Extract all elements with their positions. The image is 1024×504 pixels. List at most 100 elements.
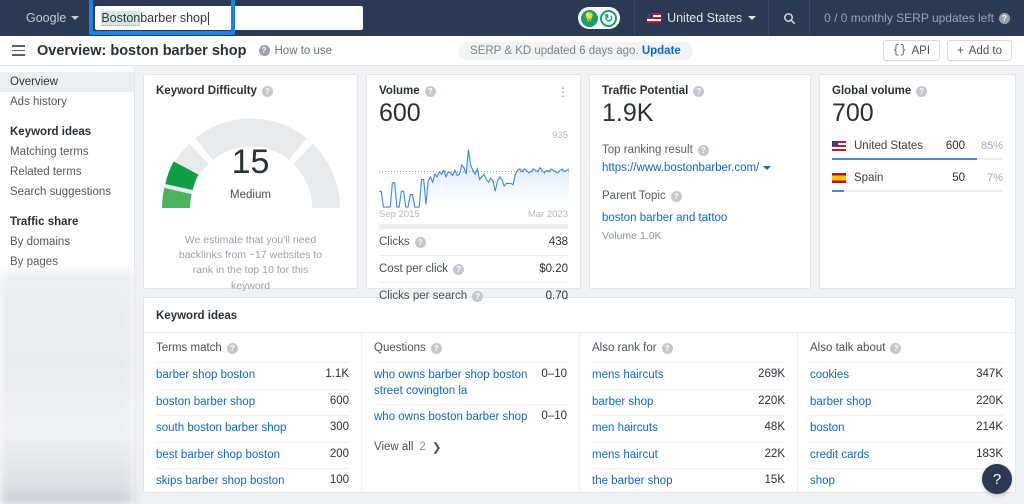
serp-update-button[interactable]: Update — [642, 45, 681, 57]
help-tooltip-icon[interactable]: ? — [414, 236, 426, 248]
global-volume-card: Global volume ? 700 United States 600 85… — [819, 74, 1016, 289]
keyword-difficulty-label: Medium — [230, 189, 271, 201]
keyword-search-input[interactable]: Boston barber shop — [95, 6, 364, 30]
column-title: Terms match — [156, 342, 222, 354]
metric-row-clicks-per-search: Clicks per search? 0.70 — [379, 282, 568, 309]
help-tooltip-icon[interactable]: ? — [693, 85, 705, 97]
sparkline-x-end: Mar 2023 — [527, 209, 568, 220]
view-all-count: 2 — [419, 440, 426, 453]
keyword-idea-value: 0–10 — [541, 368, 567, 380]
help-tooltip-icon[interactable]: ? — [670, 190, 682, 202]
lightbulb-icon[interactable]: 💡 — [581, 9, 599, 27]
keyword-idea-link[interactable]: skips barber shop boston — [156, 474, 285, 490]
card-title-label: Global volume — [832, 85, 912, 97]
global-volume-row-spain: Spain 50 7% — [832, 172, 1003, 192]
search-engine-selector[interactable]: Google — [18, 6, 87, 30]
keyword-idea-link[interactable]: barber shop boston — [156, 368, 255, 384]
global-volume-row-us: United States 600 85% — [832, 140, 1003, 160]
help-tooltip-icon[interactable]: ? — [430, 342, 442, 354]
sparkline-max-label: 935 — [552, 130, 568, 141]
sidebar: Overview Ads history Keyword ideas Match… — [0, 66, 135, 504]
sidebar-item-by-domains[interactable]: By domains — [0, 232, 134, 252]
keyword-idea-link[interactable]: who owns boston barber shop — [374, 410, 527, 426]
sidebar-item-overview[interactable]: Overview — [0, 72, 134, 92]
chevron-down-icon[interactable] — [763, 166, 772, 170]
help-button[interactable]: ? — [982, 464, 1012, 494]
top-ranking-result-label: Top ranking result — [602, 144, 693, 156]
serp-updates-text: 0 / 0 monthly SERP updates left — [824, 11, 994, 25]
sidebar-item-ads-history[interactable]: Ads history — [0, 92, 134, 112]
sidebar-item-related-terms[interactable]: Related terms — [0, 162, 134, 182]
search-button[interactable] — [768, 0, 811, 36]
help-tooltip-icon[interactable]: ? — [261, 85, 273, 97]
keyword-difficulty-title: Keyword Difficulty ? — [156, 85, 345, 97]
keyword-idea-row: south boston barber shop 300 — [156, 415, 349, 442]
top-ranking-result-link[interactable]: https://www.bostonbarber.com/ — [602, 162, 759, 174]
sidebar-item-search-suggestions[interactable]: Search suggestions — [0, 182, 134, 202]
keyword-idea-link[interactable]: best barber shop boston — [156, 448, 280, 464]
help-tooltip-icon[interactable]: ? — [226, 342, 238, 354]
help-tooltip-icon[interactable]: ? — [453, 263, 465, 275]
keyword-idea-link[interactable]: who owns barber shop boston street covin… — [374, 368, 533, 399]
sidebar-item-label: Search suggestions — [10, 186, 112, 198]
keyword-idea-value: 183K — [976, 447, 1003, 460]
keyword-idea-link[interactable]: credit cards — [810, 448, 869, 464]
parent-topic-label-row: Parent Topic ? — [602, 190, 798, 202]
sidebar-item-label: Matching terms — [10, 146, 89, 158]
keyword-idea-link[interactable]: the barber shop — [592, 474, 673, 490]
keyword-idea-link[interactable]: barber shop — [810, 395, 871, 411]
keyword-idea-row: cookies 347K — [810, 362, 1003, 389]
help-tooltip-icon[interactable]: ? — [661, 342, 673, 354]
country-bar-track — [832, 190, 1003, 192]
sidebar-item-label: Overview — [10, 76, 58, 88]
add-to-button[interactable]: + Add to — [947, 40, 1012, 61]
help-tooltip-icon[interactable]: ? — [472, 290, 484, 302]
help-tooltip-icon[interactable]: ? — [890, 342, 902, 354]
keyword-idea-link[interactable]: cookies — [810, 368, 849, 384]
keyword-idea-link[interactable]: men haircuts — [592, 421, 658, 437]
keyword-idea-row: boston 214K — [810, 415, 1003, 442]
keyword-idea-value: 300 — [329, 421, 349, 434]
keyword-idea-link[interactable]: mens haircut — [592, 448, 658, 464]
country-bar-fill — [832, 190, 844, 192]
sidebar-item-matching-terms[interactable]: Matching terms — [0, 142, 134, 162]
volume-sparkline-chart: 935 Sep 2015 Mar 2023 — [379, 130, 569, 220]
keyword-idea-value: 15K — [764, 474, 785, 487]
keyword-idea-value: 48K — [764, 421, 785, 434]
keyword-idea-link[interactable]: barber shop — [592, 395, 653, 411]
view-all-questions-button[interactable]: View all 2 ❯ — [374, 431, 567, 463]
keyword-idea-value: 0–10 — [541, 410, 567, 423]
column-heading: Also rank for ? — [592, 333, 785, 362]
country-selector[interactable]: United States — [634, 0, 768, 36]
keyword-idea-link[interactable]: mens haircuts — [592, 368, 664, 384]
metric-label: Clicks per search — [379, 290, 468, 302]
keyword-ideas-column-also-rank-for: Also rank for ? mens haircuts 269K barber … — [580, 333, 798, 495]
keyword-ideas-column-questions: Questions ? who owns barber shop boston … — [362, 333, 580, 495]
menu-toggle-icon[interactable] — [12, 45, 25, 56]
sidebar-blurred-region — [0, 271, 134, 504]
keyword-idea-link[interactable]: shop — [810, 474, 835, 490]
api-button[interactable]: {} API — [882, 40, 941, 61]
refresh-icon[interactable]: ↻ — [600, 9, 618, 27]
sparkline-x-start: Sep 2015 — [379, 209, 420, 220]
help-tooltip-icon[interactable]: ? — [916, 85, 928, 97]
keyword-idea-value: 220K — [758, 394, 785, 407]
flag-es-icon — [832, 173, 846, 183]
traffic-potential-title: Traffic Potential ? — [602, 85, 798, 97]
parent-topic-link[interactable]: boston barber and tattoo — [602, 212, 727, 224]
help-tooltip-icon[interactable]: ? — [999, 12, 1010, 24]
volume-card: ⋮ Volume ? 600 935 Sep 2015 Mar 2023 Cli… — [366, 74, 581, 302]
volume-card-menu-icon[interactable]: ⋮ — [557, 85, 570, 99]
sidebar-item-by-pages[interactable]: By pages — [0, 252, 134, 272]
help-tooltip-icon[interactable]: ? — [697, 144, 709, 156]
keyword-idea-link[interactable]: boston barber shop — [156, 395, 255, 411]
subheader-actions: {} API + Add to — [882, 40, 1012, 61]
help-tooltip-icon[interactable]: ? — [424, 85, 436, 97]
country-percent: 85% — [980, 140, 1003, 152]
keyword-idea-link[interactable]: south boston barber shop — [156, 421, 286, 437]
column-rows: mens haircuts 269K barber shop 220K men hair… — [592, 362, 785, 495]
flag-us-icon — [647, 13, 662, 23]
how-to-use-link[interactable]: ? How to use — [258, 45, 332, 57]
text-cursor — [207, 11, 209, 25]
keyword-idea-link[interactable]: boston — [810, 421, 845, 437]
